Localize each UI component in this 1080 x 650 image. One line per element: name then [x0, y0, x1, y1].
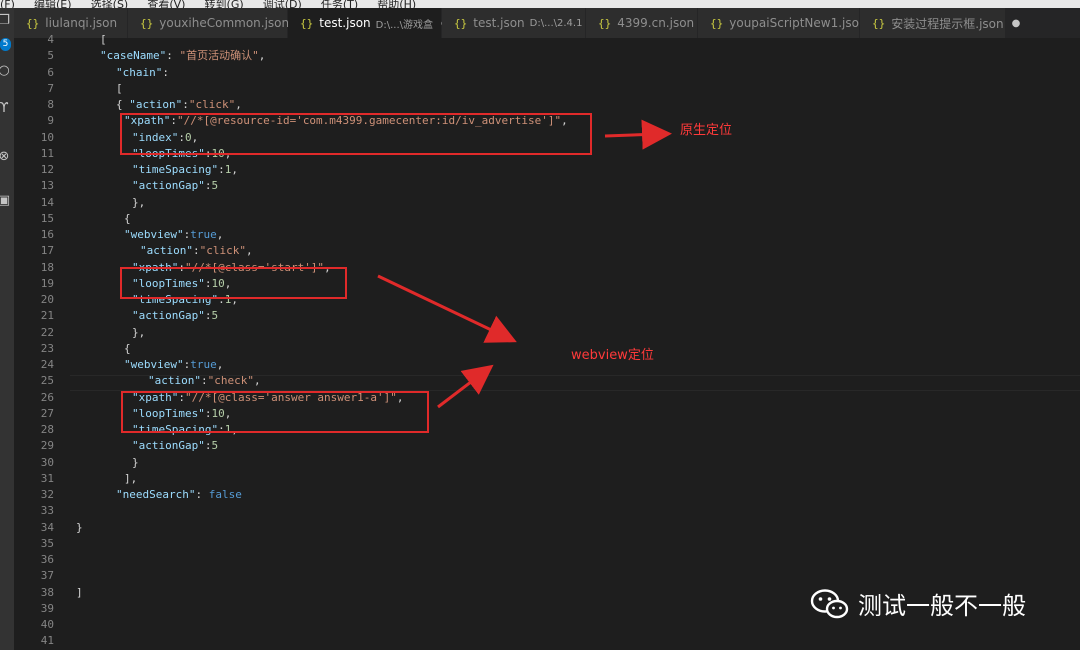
watermark-text: 测试一般不一般 — [858, 592, 1026, 620]
annotation-arrows — [377, 119, 672, 409]
annotation-webview-label: webview定位 — [571, 348, 654, 363]
arrow-from-webview-label — [437, 364, 494, 409]
arrow-to-webview-label — [377, 274, 517, 343]
arrow-to-native-label — [604, 119, 672, 150]
annotation-native-label: 原生定位 — [680, 123, 733, 138]
wechat-icon — [810, 588, 849, 618]
watermark: 测试一般不一般 — [810, 586, 1026, 621]
